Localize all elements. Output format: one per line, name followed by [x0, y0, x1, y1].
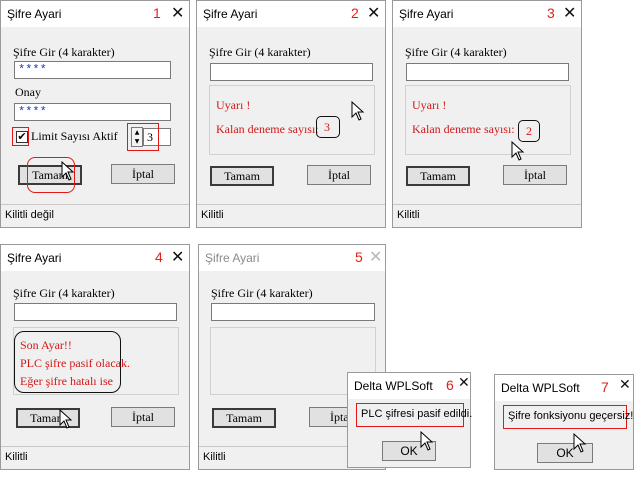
checkbox-highlight: [12, 127, 29, 146]
message-highlight: PLC şifresi pasif edildi.: [356, 403, 472, 427]
password-dialog-4: Şifre Ayari 4 ✕ Şifre Gir (4 karakter) S…: [0, 244, 190, 470]
message-text: Şifre fonksiyonu geçersiz!: [508, 410, 634, 422]
status-bar: Kilitli değil: [1, 204, 189, 227]
password-dialog-2: Şifre Ayari 2 ✕ Şifre Gir (4 karakter) U…: [196, 0, 386, 228]
title-bar: Şifre Ayari 4 ✕: [1, 245, 189, 271]
window-title: Şifre Ayari: [205, 251, 260, 265]
password-input[interactable]: [211, 303, 375, 321]
mouse-cursor-icon: [420, 431, 434, 451]
close-icon[interactable]: ✕: [171, 247, 184, 266]
title-bar: Delta WPLSoft 6 ✕: [348, 373, 470, 399]
status-text: Kilitli: [201, 209, 224, 221]
step-number: 2: [351, 5, 359, 21]
password-label: Şifre Gir (4 karakter): [13, 45, 115, 59]
warning-title: Uyarı !: [216, 98, 251, 112]
close-icon[interactable]: ✕: [619, 377, 631, 393]
password-dialog-3: Şifre Ayari 3 ✕ Şifre Gir (4 karakter) U…: [392, 0, 582, 228]
cancel-button[interactable]: İptal: [503, 165, 567, 185]
warning-group: Uyarı ! Kalan deneme sayısı: 2: [405, 85, 571, 155]
status-text: Kilitli: [397, 209, 420, 221]
step-number: 1: [153, 5, 161, 21]
status-bar: Kilitli: [197, 204, 385, 227]
remaining-count-box: 3: [316, 116, 340, 138]
message-text: PLC şifresi pasif edildi.: [361, 408, 473, 420]
limit-label: Limit Sayısı Aktif: [31, 129, 118, 143]
window-title: Şifre Ayari: [399, 7, 454, 21]
window-title: Şifre Ayari: [203, 7, 258, 21]
step-number: 4: [155, 249, 163, 265]
step-number: 3: [547, 5, 555, 21]
last-warning-line-1: Son Ayar!!: [20, 338, 72, 352]
remaining-label: Kalan deneme sayısı:: [216, 122, 319, 136]
message-title: Delta WPLSoft: [501, 381, 580, 395]
window-title: Şifre Ayari: [7, 7, 62, 21]
title-bar: Şifre Ayari 5 ✕: [199, 245, 385, 271]
message-box-6: Delta WPLSoft 6 ✕ PLC şifresi pasif edil…: [347, 372, 472, 468]
confirm-input[interactable]: ****: [14, 103, 171, 121]
mouse-cursor-icon: [61, 161, 75, 181]
close-icon[interactable]: ✕: [458, 375, 470, 391]
status-bar: Kilitli: [393, 204, 581, 227]
mouse-cursor-icon: [59, 409, 73, 429]
close-icon[interactable]: ✕: [367, 3, 380, 22]
password-input[interactable]: ****: [14, 61, 171, 79]
mouse-cursor-icon: [351, 101, 365, 121]
status-text: Kilitli değil: [5, 209, 54, 221]
title-bar: Şifre Ayari 1 ✕: [1, 1, 189, 27]
password-label: Şifre Gir (4 karakter): [13, 286, 115, 300]
confirm-label: Onay: [15, 85, 41, 99]
ok-button[interactable]: Tamam: [212, 408, 276, 428]
last-warning-box: Son Ayar!! PLC şifre pasif olacak. Eğer …: [14, 331, 130, 393]
window-title: Şifre Ayari: [7, 251, 62, 265]
title-bar: Şifre Ayari 2 ✕: [197, 1, 385, 27]
password-label: Şifre Gir (4 karakter): [209, 45, 311, 59]
step-number: 6: [446, 377, 454, 393]
remaining-count: 3: [324, 120, 330, 134]
remaining-count-box: 2: [518, 120, 540, 142]
password-dialog-1: Şifre Ayari 1 ✕ Şifre Gir (4 karakter) *…: [0, 0, 190, 228]
ok-button[interactable]: Tamam: [210, 166, 274, 186]
close-icon[interactable]: ✕: [171, 3, 184, 22]
cancel-button[interactable]: İptal: [307, 165, 371, 185]
password-input[interactable]: [210, 63, 373, 81]
status-bar: Kilitli: [1, 446, 189, 469]
message-box-7: Delta WPLSoft 7 ✕ Şifre fonksiyonu geçer…: [494, 374, 634, 470]
remaining-label: Kalan deneme sayısı:: [412, 122, 515, 136]
password-input[interactable]: [406, 63, 569, 81]
remaining-count: 2: [526, 124, 532, 138]
step-number: 7: [601, 379, 609, 395]
last-warning-line-2: PLC şifre pasif olacak.: [20, 356, 130, 370]
password-label: Şifre Gir (4 karakter): [211, 286, 313, 300]
close-icon[interactable]: ✕: [369, 247, 382, 266]
spinner-highlight: [127, 123, 159, 151]
title-bar: Delta WPLSoft 7 ✕: [495, 375, 633, 401]
status-text: Kilitli: [203, 451, 226, 463]
close-icon[interactable]: ✕: [563, 3, 576, 22]
mouse-cursor-icon: [511, 141, 525, 161]
cancel-button[interactable]: İptal: [111, 164, 175, 184]
last-warning-line-3: Eğer şifre hatalı ise: [20, 374, 113, 388]
password-label: Şifre Gir (4 karakter): [405, 45, 507, 59]
message-highlight: Şifre fonksiyonu geçersiz!: [503, 405, 633, 429]
ok-button[interactable]: Tamam: [406, 166, 470, 186]
mouse-cursor-icon: [573, 433, 587, 453]
warning-title: Uyarı !: [412, 98, 447, 112]
message-title: Delta WPLSoft: [354, 379, 433, 393]
step-number: 5: [355, 249, 363, 265]
password-input[interactable]: [14, 303, 177, 321]
title-bar: Şifre Ayari 3 ✕: [393, 1, 581, 27]
cancel-button[interactable]: İptal: [111, 407, 175, 427]
status-text: Kilitli: [5, 451, 28, 463]
